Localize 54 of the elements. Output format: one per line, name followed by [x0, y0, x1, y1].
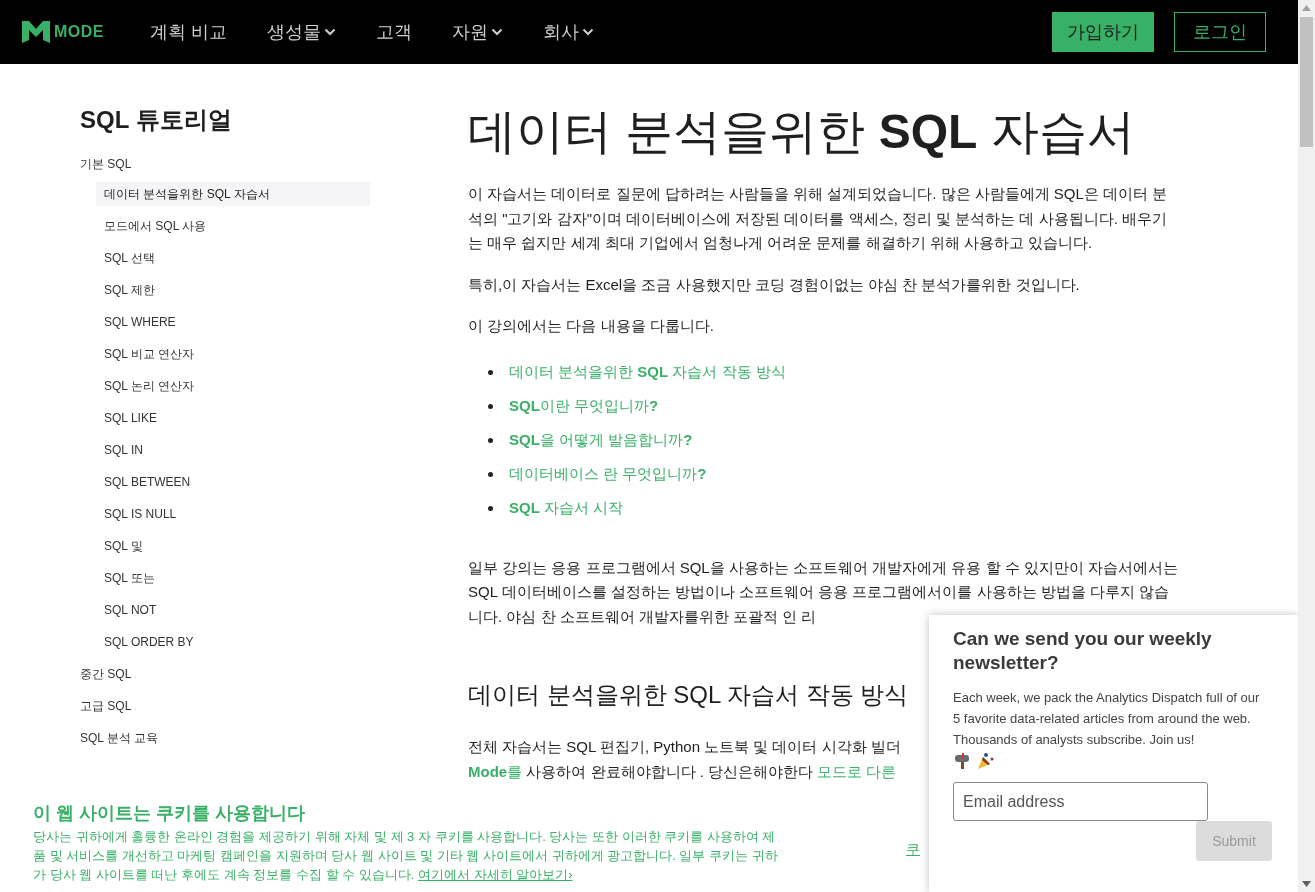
chevron-down-icon[interactable] [491, 28, 503, 36]
cookie-title: 이 웹 사이트는 쿠키를 사용합니다 [33, 802, 306, 825]
newsletter-text: Each week, we pack the Analytics Dispatch full of our 5 favorite data-related articles from around the web. Thousands of analysts subscribe. Join us! [953, 689, 1261, 749]
nav-link[interactable]: 생성물 [267, 20, 336, 44]
login-button[interactable]: 로그인 [1174, 12, 1266, 52]
newsletter-title: Can we send you our weekly newsletter? [953, 627, 1213, 675]
bullet-icon [488, 370, 493, 375]
sidebar-item[interactable]: SQL IS NULL [96, 502, 370, 526]
sidebar-item[interactable]: SQL 선택 [96, 246, 370, 270]
signup-button[interactable]: 가입하기 [1052, 12, 1154, 52]
bullet-icon [488, 472, 493, 477]
paragraph: 특히,이 자습서는 Excel을 조금 사용했지만 코딩 경험이없는 야심 찬 분석가를위한 것입니다. [468, 274, 1081, 295]
paragraph: 이 강의에서는 다음 내용을 다룹니다. [468, 316, 715, 336]
scrollbar-thumb[interactable] [1300, 17, 1313, 147]
logo-text[interactable]: MODE [54, 23, 104, 41]
sidebar-item[interactable]: SQL 및 [96, 534, 370, 558]
chevron-down-icon[interactable] [582, 28, 594, 36]
section-heading: 데이터 분석을위한 SQL 자습서 작동 방식 [468, 680, 909, 710]
sidebar-item[interactable]: SQL WHERE [96, 310, 370, 334]
sidebar-item[interactable]: 모드에서 SQL 사용 [96, 214, 370, 238]
sidebar-item[interactable]: 기본 SQL [80, 152, 132, 176]
sidebar-title: SQL 튜토리얼 [80, 105, 232, 135]
sidebar-item[interactable]: SQL 비교 연산자 [96, 342, 370, 366]
sidebar-item[interactable]: SQL LIKE [96, 406, 370, 430]
mailbox-icon [953, 752, 971, 770]
party-popper-icon [977, 752, 995, 770]
nav-link[interactable]: 자원 [452, 20, 503, 44]
bullet-icon [488, 404, 493, 409]
sidebar-item[interactable]: 중간 SQL [80, 662, 132, 686]
bullet-icon [488, 438, 493, 443]
sidebar-item[interactable]: 고급 SQL [80, 694, 132, 718]
sidebar-item[interactable]: SQL NOT [96, 598, 370, 622]
sidebar-item[interactable]: 데이터 분석을위한 SQL 자습서 [96, 182, 370, 206]
sidebar-item[interactable]: SQL 분석 교육 [80, 726, 159, 750]
sidebar-item[interactable]: SQL 제한 [96, 278, 370, 302]
sidebar-item[interactable]: SQL ORDER BY [96, 630, 370, 654]
sidebar-item[interactable]: SQL 논리 연산자 [96, 374, 370, 398]
scrollbar[interactable] [1298, 0, 1315, 892]
chevron-down-icon[interactable] [324, 28, 336, 36]
paragraph: 일부 강의는 응용 프로그램에서 SQL을 사용하는 소프트웨어 개발자에게 유용 할 수 있지만이 자습서에서는 SQL 데이터베이스를 설정하는 방법이나 소프트웨어 응용 프로그램에서이를 사용하는 방법을 다루지 않습니다. 야심 찬 소프트웨어 개발자를위한 포괄적 인 리 [468, 557, 1180, 627]
paragraph: 전체 자습서는 SQL 편집기, Python 노트북 및 데이터 시각화 빌더 Mode를 사용하여 완료해야합니다 . 당신은해야한다 모드로 다른 [468, 737, 902, 782]
sidebar-item[interactable]: SQL 또는 [96, 566, 370, 590]
nav-link[interactable]: 회사 [543, 20, 594, 44]
bullet-icon [488, 506, 493, 511]
scroll-down-icon[interactable] [1302, 881, 1311, 887]
paragraph: 이 자습서는 데이터로 질문에 답하려는 사람들을 위해 설계되었습니다. 많은 사람들에게 SQL은 데이터 분석의 "고기와 감자"이며 데이터베이스에 저장된 데이터를 액세스, 정리 및 분석하는 데 사용됩니다. 배우기는 매우 쉽지만 세계 최대 기업에서 엄청나게 어려운 문제를 해결하기 위해 사용하고 있습니다. [468, 184, 1169, 253]
email-field[interactable]: Email address [953, 782, 1208, 821]
cookie-text: 당사는 귀하에게 훌륭한 온라인 경험을 제공하기 위해 자체 및 제 3 자 쿠키를 사용합니다. 당사는 또한 이러한 쿠키를 사용하여 제품 및 서비스를 개선하고 마케팅 캠페인을 지원하며 당사 웹 사이트 및 기타 웹 사이트에서 귀하에게 광고합니다. 일부 쿠키는 귀하가 당사 웹 사이트를 떠난 후에도 계속 정보를 수집 할 수 있습니다. 여기에서 자세히 알아보기› [33, 828, 779, 884]
nav-link[interactable]: 고객 [376, 20, 412, 44]
sidebar-item[interactable]: SQL BETWEEN [96, 470, 370, 494]
nav-link[interactable]: 계획 비교 [150, 20, 227, 44]
logo-icon[interactable] [22, 21, 50, 43]
sidebar-item[interactable]: SQL IN [96, 438, 370, 462]
page-title: 데이터 분석을위한 SQL 자습서 [468, 104, 1136, 160]
